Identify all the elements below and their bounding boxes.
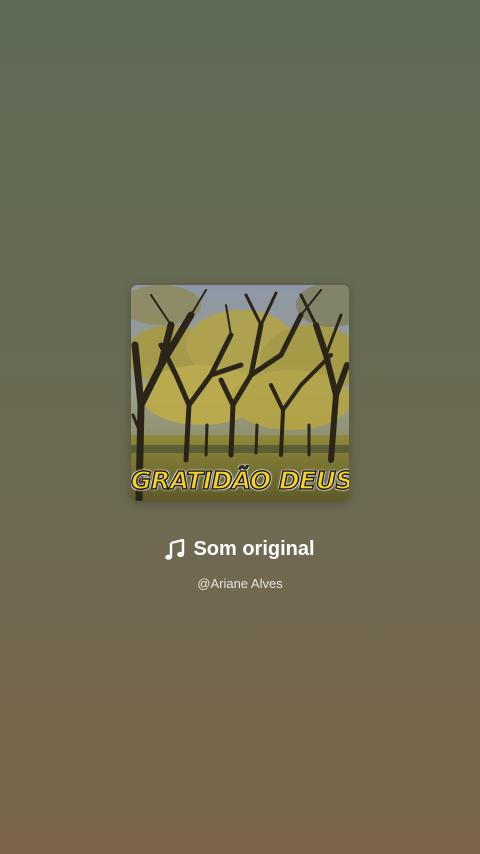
cover-caption: GRATIDÃO DEUS! [131, 465, 349, 496]
sound-title-row[interactable]: Som original [0, 538, 480, 561]
sound-author[interactable]: @Ariane Alves [0, 576, 480, 591]
music-note-icon [165, 538, 185, 560]
album-cover[interactable]: GRATIDÃO DEUS! [131, 285, 349, 501]
sound-page: GRATIDÃO DEUS! Som original @Ariane Alve… [0, 0, 480, 854]
sound-title: Som original [193, 538, 315, 560]
